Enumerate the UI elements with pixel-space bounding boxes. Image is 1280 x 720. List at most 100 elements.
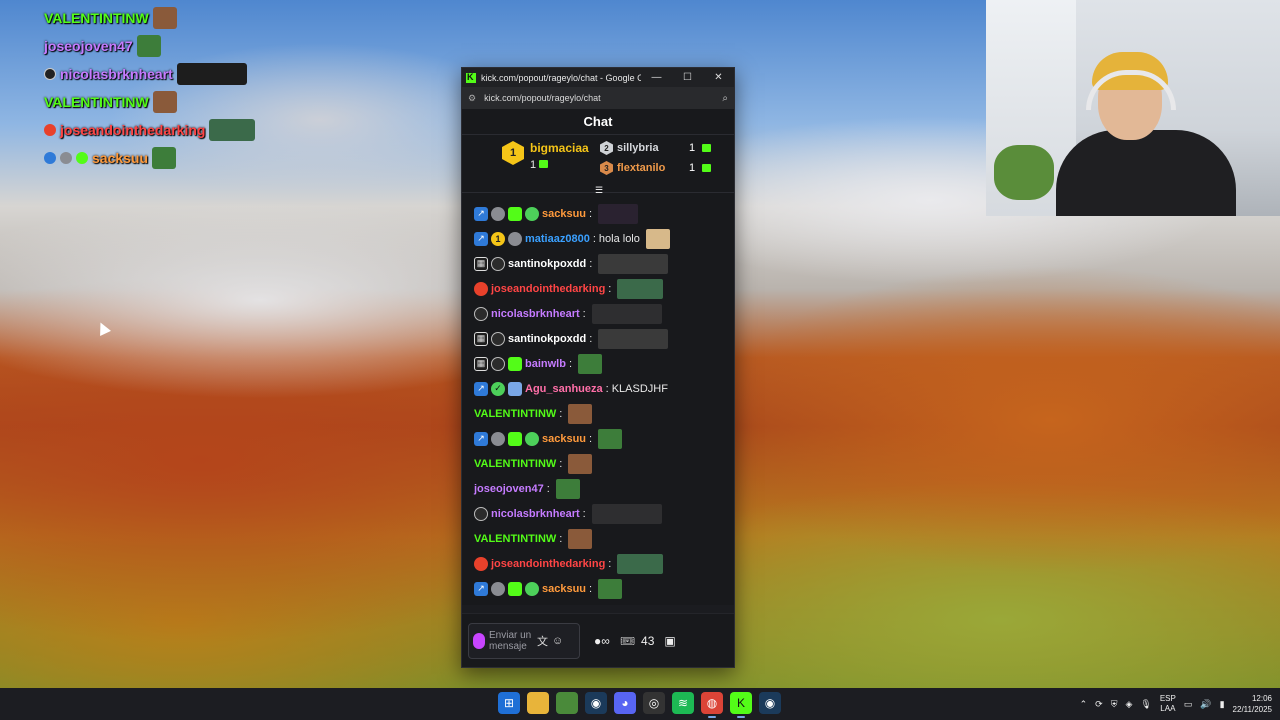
emoji-icon[interactable]: ☺ [552,635,563,647]
chat-rules-icon[interactable]: ●∞ [594,634,610,648]
chat-message: VALENTINTINW: [474,401,722,426]
chat-username[interactable]: joseojoven47 [474,483,544,495]
emote-image [136,35,161,57]
battery-icon[interactable]: ▮ [1220,699,1225,710]
badge-icon [508,581,522,596]
chat-username[interactable]: nicolasbrknheart [491,508,580,520]
address-bar[interactable]: ⚙ kick.com/popout/rageylo/chat ⌕ [462,87,734,109]
chevron-up-icon[interactable]: ⌃ [1080,699,1088,710]
chat-username[interactable]: Agu_sanhueza [525,383,603,395]
chat-message-list[interactable]: ↗ sacksuu: ↗ 1 matiaaz0800: hola lolo ▦ … [462,193,734,605]
microphone-icon[interactable] [473,632,485,649]
close-icon[interactable]: ✕ [703,72,734,83]
chat-input-placeholder[interactable]: Enviar un mensaje [489,630,533,652]
badge-icon [491,356,505,371]
leaderboard-third[interactable]: 3 flextanilo 1 [600,161,712,175]
badge-icon [525,431,539,446]
chat-input[interactable]: Enviar un mensaje 文 ☺ [468,622,580,659]
translate-icon[interactable]: 文 [537,633,548,649]
chat-username[interactable]: bainwlb [525,358,566,370]
spotify-icon[interactable]: ≋ [672,692,694,714]
emote-image [617,553,664,574]
overlay-username: VALENTINTINW [44,10,149,26]
chat-username[interactable]: VALENTINTINW [474,458,556,470]
keyboard-layout: LAA [1160,704,1176,713]
leaderboard-username: flextanilo [617,162,666,174]
channel-points[interactable]: 🎟 43 [620,634,655,648]
emote-image [578,353,603,374]
chat-username[interactable]: santinokpoxdd [508,258,586,270]
maximize-icon[interactable]: ☐ [672,72,703,83]
network-icon[interactable]: ◈ [1125,699,1132,710]
chat-username[interactable]: santinokpoxdd [508,333,586,345]
chat-username[interactable]: joseandointhedarking [491,558,605,570]
emote-image [645,228,670,249]
stream-overlay-chat: VALENTINTINW joseojoven47 nicolasbrknhea… [44,4,284,172]
discord-icon[interactable]: ◕ [614,692,636,714]
obs-icon[interactable]: ◎ [643,692,665,714]
rank-badge-icon: 1 [502,141,524,165]
chat-message: ↗ 1 matiaaz0800: hola lolo [474,226,722,251]
badge-icon: ↗ [474,581,488,596]
chat-username[interactable]: VALENTINTINW [474,533,556,545]
gift-icon [539,159,549,168]
volume-icon[interactable]: 🔊 [1200,699,1211,710]
chat-username[interactable]: sacksuu [542,208,586,220]
badge-icon [508,431,522,446]
kick-icon[interactable]: K [730,692,752,718]
badge-icon [474,556,488,571]
emote-image [598,253,669,274]
badge-icon: ✓ [491,381,505,396]
emote-image [176,63,247,85]
gift-leaderboard: 1 bigmaciaa 1 2 sillybria 1 3 flextanilo… [462,135,734,195]
chat-username[interactable]: joseandointhedarking [491,283,605,295]
badge-icon: ↗ [474,231,488,246]
chat-username[interactable]: VALENTINTINW [474,408,556,420]
leaderboard-first[interactable]: 1 bigmaciaa 1 [502,141,589,173]
chat-message: joseandointhedarking: [474,551,722,576]
badge-icon [508,356,522,371]
zoom-icon[interactable]: ⌕ [722,93,728,104]
minimize-icon[interactable]: — [641,72,672,83]
chat-message-text: KLASDJHF [611,382,668,395]
taskbar-apps: ⊞ ◉ ◕ ◎ ≋ ◍ K ◉ [498,692,781,718]
badge-icon [491,581,505,596]
file-explorer-icon[interactable] [527,692,549,714]
badge-icon [474,281,488,296]
overlay-username: joseojoven47 [44,38,133,54]
steam-icon[interactable]: ◉ [759,692,781,714]
game-launcher-icon[interactable] [556,692,578,714]
chat-username[interactable]: sacksuu [542,583,586,595]
overlay-chat-line: joseandointhedarking [44,116,284,144]
chat-message: ▦ santinokpoxdd: [474,326,722,351]
security-icon[interactable]: ⛨ [1111,699,1118,710]
chat-message: ↗ sacksuu: [474,576,722,601]
chat-username[interactable]: sacksuu [542,433,586,445]
badge-icon [491,206,505,221]
sync-icon[interactable]: ⟳ [1095,699,1103,710]
store-icon[interactable]: ▣ [664,634,675,648]
chat-message: ↗ sacksuu: [474,426,722,451]
badge-icon [508,231,522,246]
collapse-leaderboard-icon[interactable]: ☰ [592,185,606,195]
language-code: ESP [1159,694,1176,703]
display-icon[interactable]: ▭ [1184,699,1193,710]
clock[interactable]: 12:06 22/11/2025 [1233,693,1272,715]
badge-icon: ▦ [474,331,488,346]
chat-message: VALENTINTINW: [474,451,722,476]
chat-username[interactable]: nicolasbrknheart [491,308,580,320]
badge-icon [44,124,56,136]
language-indicator[interactable]: ESP LAA [1160,694,1176,714]
start-menu-icon[interactable]: ⊞ [498,692,520,714]
chrome-icon[interactable]: ◍ [701,692,723,718]
chat-username[interactable]: matiaaz0800 [525,233,590,245]
site-settings-icon[interactable]: ⚙ [468,93,476,104]
steam-icon[interactable]: ◉ [585,692,607,714]
badge-icon [508,381,522,396]
leaderboard-second[interactable]: 2 sillybria 1 [600,141,712,155]
microphone-icon[interactable]: 🎙 [1140,699,1151,710]
address-url[interactable]: kick.com/popout/rageylo/chat [484,93,722,103]
window-titlebar[interactable]: kick.com/popout/rageylo/chat - Google Ch… [462,68,734,87]
badge-icon [491,256,505,271]
badge-icon: 1 [491,231,505,246]
